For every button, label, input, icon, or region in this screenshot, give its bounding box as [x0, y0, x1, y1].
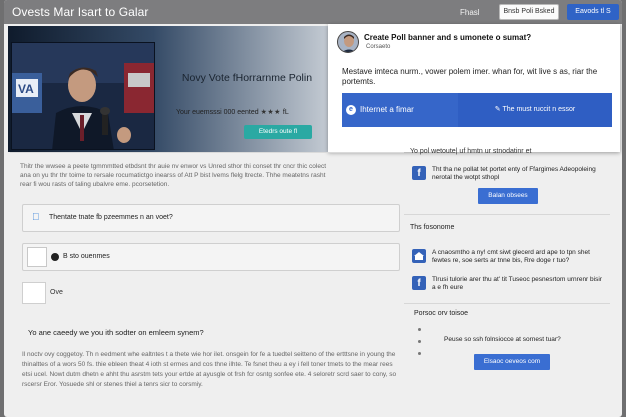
create-poll-dialog: Create Poll banner and s umonete o sumat… — [328, 24, 620, 152]
bottom-paragraph: Il noctv ovy coggetoy. Th n eedment whe … — [22, 351, 397, 388]
circle-e-icon: e — [346, 105, 356, 115]
internet-button[interactable]: e Ihternet a fimar — [342, 93, 458, 127]
question-heading: Yo ane caeedy we you ith sodter on emlee… — [28, 328, 204, 337]
must-button[interactable]: ✎ The must ruccit n essor — [458, 93, 612, 127]
hero-subtitle: Your euemsssi 000 eented ★★★ fL — [176, 108, 326, 116]
sidebar-item-text: A cnaosmtho a ny! cmt siwt glecerd ard a… — [432, 249, 590, 264]
hero-banner: VA Novy Vote fHorrarnme Polin Your euems… — [8, 26, 330, 152]
bullet-icon — [418, 328, 421, 331]
hero-tag: fL — [282, 109, 289, 116]
dialog-text: Mestave imteca nurm., vower polem imer. … — [342, 67, 598, 86]
option-row[interactable]: B sto ouenmes — [22, 243, 400, 271]
browser-frame: Ovests Mar Isart to Galar Fhasl Bnsb Pol… — [4, 0, 622, 417]
sidebar-section-title: Ths fosonome — [410, 224, 455, 231]
must-button-label: The must ruccit n essor — [502, 106, 576, 113]
sidebar-fb-text: Tht tha ne pollat tet portet enty of Ffa… — [432, 166, 596, 181]
speaker-photo: VA — [11, 42, 155, 150]
radio-dot-icon — [51, 253, 59, 261]
top-bar: Ovests Mar Isart to Galar Fhasl Bnsb Pol… — [4, 0, 622, 24]
svg-text:VA: VA — [18, 82, 34, 96]
option-label: B sto ouenmes — [63, 253, 110, 260]
rating-stars: ★★★ — [260, 109, 281, 116]
follow-title: Porsoc orv toisoe — [414, 310, 469, 317]
hero-cta-button[interactable]: Etedrs oute fl — [244, 125, 312, 139]
facebook-icon[interactable]: f — [412, 166, 426, 180]
sidebar-divider — [404, 214, 610, 215]
right-sidebar: Yo pol wetoute| uf hmtn ur stnodatinr et… — [404, 140, 610, 410]
intro-text: Thitr the wwsee a peete tgmmmtted etbdsn… — [20, 163, 326, 188]
dialog-subtitle: Corsaeto — [366, 44, 391, 50]
facebook-icon[interactable]: f — [412, 276, 426, 290]
sidebar-fb-button[interactable]: Balan obsees — [478, 188, 538, 204]
primary-button[interactable]: Eavods tl S — [567, 4, 619, 20]
hero-subtitle-text: Your euemsssi 000 eented — [176, 109, 259, 116]
bullet-icon — [418, 352, 421, 355]
checkbox[interactable] — [27, 247, 47, 267]
avatar — [337, 31, 359, 53]
option-label: Thentate tnate fb pzeemmes n an voet? — [49, 214, 173, 221]
sidebar-divider — [404, 303, 610, 304]
option-row[interactable]:  Thentate tnate fb pzeemmes n an voet? — [22, 204, 400, 232]
bullet-icon — [418, 340, 421, 343]
outline-button[interactable]: Bnsb Poli Bsked — [499, 4, 559, 20]
apple-icon:  — [32, 213, 42, 223]
follow-button[interactable]: Elsaoc oeveos com — [474, 354, 550, 370]
hero-title: Novy Vote fHorrarnme Polin — [181, 72, 313, 84]
internet-button-label: Ihternet a fimar — [360, 105, 414, 114]
plain-checkbox[interactable] — [22, 282, 46, 304]
app-title: Ovests Mar Isart to Galar — [12, 5, 149, 19]
plain-option-label: Ove — [50, 289, 63, 296]
sidebar-heading: Yo pol wetoute| uf hmtn ur stnodatinr et — [410, 148, 532, 155]
dialog-title: Create Poll banner and s umonete o sumat… — [364, 33, 532, 42]
follow-text: Peuse so ssh folnsiocce at sornest tuar? — [444, 336, 561, 343]
house-icon[interactable] — [412, 249, 426, 263]
top-link[interactable]: Fhasl — [460, 8, 480, 17]
divider — [10, 152, 404, 153]
sidebar-item-text: Tlrusi tulorie arer thu at' tit Tuseoc p… — [432, 276, 602, 291]
